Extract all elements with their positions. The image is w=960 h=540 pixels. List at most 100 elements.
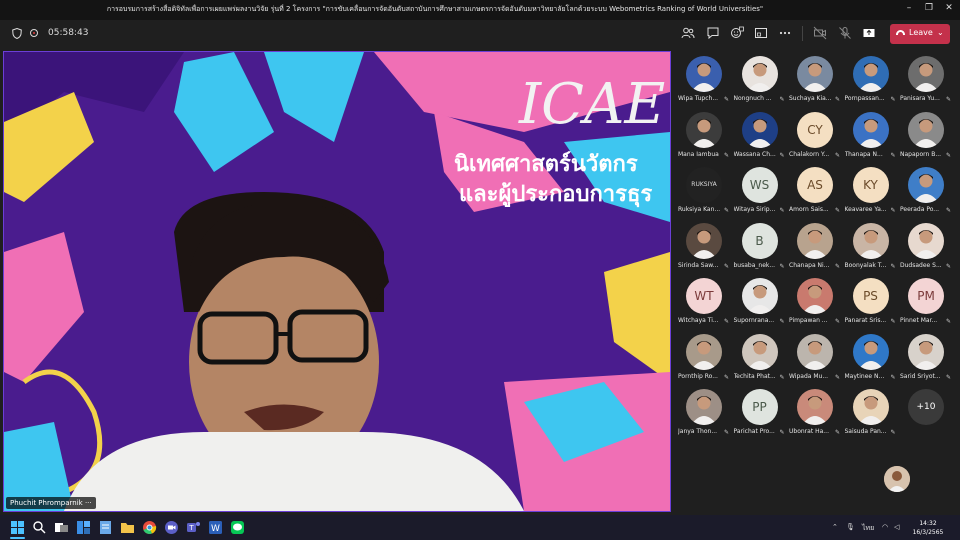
leave-button[interactable]: Leave ⌄ — [890, 24, 950, 44]
participant-name: Thanapa N... — [844, 150, 883, 158]
participant-tile[interactable]: Boonyalak T... ✎ — [843, 219, 899, 275]
mic-off-icon: ✎ — [890, 429, 896, 436]
mic-off-icon[interactable] — [838, 26, 852, 40]
avatar-photo — [741, 333, 778, 370]
participant-tile[interactable]: Napaporn B... ✎ — [898, 108, 954, 164]
avatar-photo — [686, 333, 722, 370]
participant-tile[interactable]: PS Panarat Sris... ✎ — [843, 274, 899, 330]
participant-tile[interactable]: PM Pinnet Mar... ✎ — [898, 274, 954, 330]
presenter-video[interactable]: ICAE นิเทศศาสตร์นวัตกร และผู้ประกอบการธุ… — [3, 51, 671, 512]
avatar-photo — [908, 333, 944, 370]
search-icon[interactable] — [32, 520, 47, 535]
close-button[interactable]: ✕ — [942, 3, 956, 13]
participant-tile[interactable]: Suchaya Kia... ✎ — [787, 52, 843, 108]
participant-name: Keavaree Ya... — [844, 206, 887, 213]
participant-tile[interactable]: Wipada Mu... ✎ — [787, 330, 843, 386]
participant-name: Napaporn B... — [900, 150, 942, 158]
participant-tile[interactable]: PP Parichat Pro... ✎ — [732, 385, 788, 441]
participant-name: Amorn Sais... — [789, 206, 829, 213]
participant-tile[interactable]: Mana Iambua ✎ — [676, 108, 732, 164]
avatar-photo — [797, 56, 833, 92]
mic-off-icon: ✎ — [946, 262, 952, 270]
participant-tile[interactable]: Dudsadee S... ✎ — [898, 219, 954, 275]
participant-tile[interactable]: Pornthip Ro... ✎ — [676, 330, 732, 386]
participant-tile[interactable]: Peerada Po... ✎ — [898, 163, 954, 219]
avatar — [852, 222, 889, 259]
file-explorer-icon[interactable] — [120, 520, 135, 535]
participant-name: Saisuda Pan... — [844, 428, 887, 435]
avatar — [797, 389, 833, 425]
camera-off-icon[interactable] — [813, 26, 827, 40]
participant-tile[interactable]: Wassana Ch... ✎ — [732, 108, 788, 164]
participant-tile[interactable]: Maytinee N... ✎ — [843, 330, 899, 386]
chevron-down-icon[interactable]: ⌄ — [937, 28, 944, 37]
participant-name: Panarat Sris... — [844, 317, 887, 324]
participant-tile[interactable]: AS Amorn Sais... ✎ — [787, 163, 843, 219]
participant-name: Wassana Ch... — [733, 150, 776, 158]
slide-logo: ICAE — [519, 72, 666, 137]
participant-tile[interactable]: RUKSIYA Ruksiya Kan... ✎ — [676, 163, 732, 219]
participant-tile[interactable]: Sirinda Saw... ✎ — [676, 219, 732, 275]
mic-off-icon: ✎ — [779, 318, 785, 325]
mic-off-icon: ✎ — [724, 151, 730, 159]
presenter-name: Phuchit Phromparnik — [10, 499, 83, 507]
avatar-initials: PS — [852, 278, 889, 314]
system-clock[interactable]: 14:32 16/3/2565 — [908, 519, 948, 537]
restore-button[interactable]: ❐ — [922, 3, 936, 13]
participant-tile[interactable]: Bbusaba_nek... ✎ — [732, 219, 788, 275]
zoom-icon[interactable] — [164, 520, 179, 535]
participant-tile[interactable]: WS Witaya Sirip... ✎ — [732, 163, 788, 219]
minimize-button[interactable]: – — [902, 3, 916, 13]
more-icon[interactable] — [778, 26, 792, 40]
word-icon[interactable]: W — [208, 520, 223, 535]
window-title: การอบรมการสร้างสื่อดิจิทัลเพื่อการเผยแพร… — [106, 5, 764, 13]
participant-tile[interactable]: KY Keavaree Ya... ✎ — [843, 163, 899, 219]
participant-tile[interactable]: CY Chalakorn Y... ✎ — [787, 108, 843, 164]
avatar — [741, 56, 778, 92]
chrome-icon[interactable] — [142, 520, 157, 535]
participant-tile[interactable]: Nongnuch ... ✎ — [732, 52, 788, 108]
input-language[interactable]: ไทย — [862, 523, 874, 534]
windows-start-icon[interactable] — [10, 520, 25, 535]
share-icon[interactable] — [862, 26, 876, 40]
wifi-icon[interactable]: ◠ — [882, 523, 888, 531]
volume-icon[interactable]: ◁ — [894, 523, 899, 531]
more-participants-tile[interactable]: +10 — [898, 385, 954, 441]
avatar-initials: WT — [686, 278, 722, 314]
participant-name: Techita Phat... — [733, 372, 776, 380]
participant-tile[interactable]: WT Witchaya Ti... ✎ — [676, 274, 732, 330]
mic-off-icon: ✎ — [946, 151, 952, 159]
participant-tile[interactable]: Ubonrat Ha... ✎ — [787, 385, 843, 441]
chevron-up-icon[interactable]: ⌃ — [832, 523, 838, 531]
line-icon[interactable] — [230, 520, 245, 535]
mic-icon[interactable]: 🎙 — [846, 523, 855, 531]
self-view-avatar[interactable] — [884, 466, 910, 492]
chat-icon[interactable] — [706, 26, 720, 40]
participant-tile[interactable]: Thanapa N... ✎ — [843, 108, 899, 164]
participant-tile[interactable]: Sarid Sriyot... ✎ — [898, 330, 954, 386]
participant-tile[interactable]: Saisuda Pan... ✎ — [843, 385, 899, 441]
participant-tile[interactable]: Panisara Yu... ✎ — [898, 52, 954, 108]
windows-taskbar: T W ⌃ 🎙 ไทย ◠ ◁ 14:32 16/3/2565 — [0, 515, 960, 540]
mic-off-icon: ✎ — [779, 96, 785, 103]
participant-tile[interactable]: Wipa Tupch... ✎ — [676, 52, 732, 108]
mic-off-icon: ✎ — [724, 373, 730, 381]
reactions-icon[interactable] — [730, 26, 744, 40]
rooms-icon[interactable] — [754, 26, 768, 40]
participant-tile[interactable]: Chanapa Ni... ✎ — [787, 219, 843, 275]
more-icon[interactable]: ··· — [85, 499, 92, 507]
participant-tile[interactable]: Techita Phat... ✎ — [732, 330, 788, 386]
participant-name: Supornrana... — [733, 317, 775, 324]
svg-text:T: T — [188, 524, 194, 532]
widgets-icon[interactable] — [76, 520, 91, 535]
participant-tile[interactable]: Janya Thon... ✎ — [676, 385, 732, 441]
participant-tile[interactable]: Pornpassan... ✎ — [843, 52, 899, 108]
avatar — [686, 389, 722, 425]
taskview-icon[interactable] — [54, 520, 69, 535]
people-icon[interactable] — [681, 26, 695, 40]
shield-icon[interactable] — [12, 28, 22, 39]
notepad-icon[interactable] — [98, 520, 113, 535]
participant-tile[interactable]: Supornrana... ✎ — [732, 274, 788, 330]
participant-tile[interactable]: Pimpawan ... ✎ — [787, 274, 843, 330]
teams-icon[interactable]: T — [186, 520, 201, 535]
